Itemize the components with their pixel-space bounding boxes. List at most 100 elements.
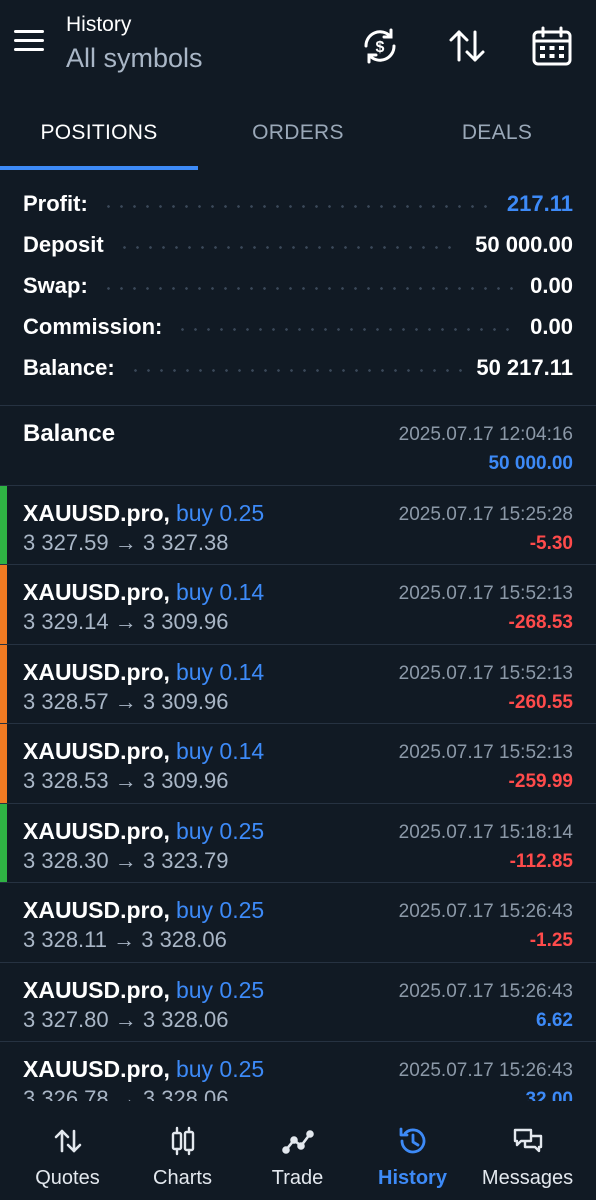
menu-icon[interactable] bbox=[14, 30, 50, 58]
position-prices: 3 328.57 → 3 309.96 bbox=[23, 688, 229, 714]
position-profit: 32.00 bbox=[525, 1089, 573, 1101]
tab-deals[interactable]: DEALS bbox=[398, 96, 596, 170]
balance-entry-time: 2025.07.17 12:04:16 bbox=[398, 424, 573, 445]
summary-balance: Balance: 50 217.11 bbox=[0, 347, 596, 388]
tab-orders[interactable]: ORDERS bbox=[199, 96, 397, 170]
deposit-value: 50 000.00 bbox=[475, 231, 573, 257]
position-time: 2025.07.17 15:18:14 bbox=[398, 821, 573, 843]
summary-profit: Profit: 217.11 bbox=[0, 183, 596, 224]
position-marker bbox=[0, 644, 7, 723]
position-time: 2025.07.17 15:26:43 bbox=[398, 980, 573, 1002]
position-marker bbox=[0, 485, 7, 564]
position-symbol: XAUUSD.pro, bbox=[23, 976, 170, 1003]
position-side: buy 0.14 bbox=[175, 658, 265, 685]
nav-trade-label: Trade bbox=[271, 1167, 324, 1189]
position-symbol: XAUUSD.pro, bbox=[23, 738, 170, 764]
balance-label: Balance: bbox=[23, 354, 115, 380]
position-time: 2025.07.17 15:52:13 bbox=[398, 662, 573, 684]
swap-label: Swap: bbox=[23, 272, 88, 298]
swap-value: 0.00 bbox=[530, 272, 573, 298]
position-symbol: XAUUSD.pro, bbox=[23, 817, 170, 844]
summary-swap: Swap: 0.00 bbox=[0, 265, 596, 306]
position-prices: 3 326.78 → 3 328.06 bbox=[23, 1086, 229, 1101]
nav-messages-label: Messages bbox=[481, 1167, 574, 1189]
position-marker bbox=[0, 724, 7, 803]
position-profit: -268.53 bbox=[508, 612, 573, 633]
nav-charts-label: Charts bbox=[153, 1167, 212, 1189]
position-time: 2025.07.17 15:25:28 bbox=[398, 503, 573, 525]
candlestick-icon bbox=[171, 1126, 194, 1156]
position-side: buy 0.25 bbox=[175, 499, 265, 526]
commission-value: 0.00 bbox=[530, 313, 573, 339]
position-row[interactable]: XAUUSD.pro, buy 0.14 3 328.57 → 3 309.96 … bbox=[0, 643, 596, 723]
position-symbol: XAUUSD.pro, bbox=[23, 499, 170, 526]
position-profit: -260.55 bbox=[508, 691, 573, 713]
position-time: 2025.07.17 15:52:13 bbox=[398, 583, 573, 604]
position-row[interactable]: XAUUSD.pro, buy 0.25 3 326.78 → 3 328.06 … bbox=[0, 1041, 596, 1101]
position-symbol: XAUUSD.pro, bbox=[23, 1056, 170, 1082]
position-row[interactable]: XAUUSD.pro, buy 0.25 3 328.30 → 3 323.79 … bbox=[0, 802, 596, 882]
position-time: 2025.07.17 15:52:13 bbox=[398, 742, 573, 763]
dotted-leader bbox=[101, 287, 517, 290]
position-time: 2025.07.17 15:26:43 bbox=[398, 1060, 573, 1081]
commission-label: Commission: bbox=[23, 313, 163, 339]
nav-trade[interactable]: Trade bbox=[238, 1101, 357, 1200]
title-block[interactable]: History All symbols bbox=[66, 12, 203, 78]
dotted-leader bbox=[117, 246, 462, 249]
position-marker bbox=[0, 565, 7, 644]
nav-quotes-label: Quotes bbox=[35, 1167, 100, 1189]
summary-commission: Commission: 0.00 bbox=[0, 306, 596, 347]
tab-positions[interactable]: POSITIONS bbox=[0, 96, 198, 170]
position-prices: 3 327.59 → 3 327.38 bbox=[23, 529, 229, 555]
position-profit: 6.62 bbox=[536, 1009, 573, 1031]
dotted-leader bbox=[128, 369, 463, 372]
position-prices: 3 329.14 → 3 309.96 bbox=[23, 609, 229, 634]
position-prices: 3 327.80 → 3 328.06 bbox=[23, 1006, 229, 1032]
svg-text:$: $ bbox=[376, 39, 385, 56]
deposit-label: Deposit bbox=[23, 231, 104, 257]
profit-label: Profit: bbox=[23, 190, 88, 216]
symbol-filter[interactable]: All symbols bbox=[66, 38, 203, 78]
position-row[interactable]: XAUUSD.pro, buy 0.25 3 327.59 → 3 327.38 … bbox=[0, 484, 596, 564]
balance-entry[interactable]: Balance 2025.07.17 12:04:16 50 000.00 bbox=[0, 405, 596, 485]
currency-refresh-icon[interactable]: $ bbox=[358, 24, 402, 68]
balance-entry-amount: 50 000.00 bbox=[488, 453, 573, 474]
nav-messages[interactable]: Messages bbox=[468, 1101, 587, 1200]
position-row[interactable]: XAUUSD.pro, buy 0.14 3 328.53 → 3 309.96 … bbox=[0, 723, 596, 803]
active-tab-indicator bbox=[0, 166, 198, 170]
calendar-icon[interactable] bbox=[530, 24, 574, 68]
quotes-icon bbox=[54, 1129, 81, 1153]
summary-deposit: Deposit 50 000.00 bbox=[0, 224, 596, 265]
position-prices: 3 328.53 → 3 309.96 bbox=[23, 768, 229, 793]
sort-icon[interactable] bbox=[445, 24, 489, 68]
nav-charts[interactable]: Charts bbox=[123, 1101, 242, 1200]
summary-panel: Profit: 217.11 Deposit 50 000.00 Swap: 0… bbox=[0, 183, 596, 388]
trade-icon bbox=[281, 1130, 314, 1154]
position-side: buy 0.25 bbox=[175, 976, 265, 1003]
nav-history-label: History bbox=[378, 1167, 447, 1189]
position-row[interactable]: XAUUSD.pro, buy 0.25 3 328.11 → 3 328.06 … bbox=[0, 882, 596, 962]
messages-icon bbox=[513, 1128, 542, 1153]
position-symbol: XAUUSD.pro, bbox=[23, 579, 170, 605]
position-profit: -259.99 bbox=[508, 771, 573, 792]
balance-entry-label: Balance bbox=[23, 420, 116, 447]
profit-value: 217.11 bbox=[506, 190, 573, 216]
position-marker bbox=[0, 803, 7, 882]
top-app-bar: History All symbols $ bbox=[0, 0, 596, 96]
bottom-navigation: Quotes Charts Trade History Messages bbox=[0, 1101, 596, 1200]
history-icon bbox=[399, 1127, 425, 1154]
position-profit: -1.25 bbox=[529, 930, 573, 951]
position-side: buy 0.25 bbox=[175, 1056, 265, 1082]
position-time: 2025.07.17 15:26:43 bbox=[398, 901, 573, 922]
nav-history[interactable]: History bbox=[353, 1101, 472, 1200]
position-side: buy 0.25 bbox=[175, 897, 265, 923]
position-prices: 3 328.11 → 3 328.06 bbox=[23, 927, 227, 952]
dotted-leader bbox=[176, 328, 517, 331]
page-title: History bbox=[66, 13, 132, 36]
nav-quotes[interactable]: Quotes bbox=[8, 1101, 127, 1200]
position-row[interactable]: XAUUSD.pro, buy 0.25 3 327.80 → 3 328.06 … bbox=[0, 961, 596, 1042]
positions-list[interactable]: Balance 2025.07.17 12:04:16 50 000.00 XA… bbox=[0, 405, 596, 1101]
history-tabs: POSITIONS ORDERS DEALS bbox=[0, 96, 596, 170]
position-row[interactable]: XAUUSD.pro, buy 0.14 3 329.14 → 3 309.96 … bbox=[0, 564, 596, 644]
position-profit: -5.30 bbox=[529, 532, 573, 554]
